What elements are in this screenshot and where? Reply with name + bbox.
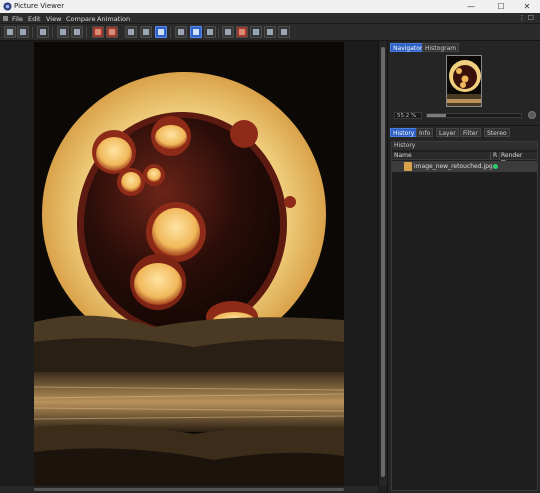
grid-view-icon[interactable] [250,26,262,38]
menu-bar: File Edit View Compare Animation ⋮ ☐ [0,13,540,24]
toolbar-separator [170,27,171,38]
minimize-button[interactable]: — [460,1,482,12]
toolbar [0,24,540,41]
menu-file[interactable]: File [12,15,23,23]
toolbar-separator [52,27,53,38]
tab-navigator[interactable]: Navigator [390,43,426,52]
compare-a-icon[interactable] [57,26,69,38]
scrollbar-thumb[interactable] [381,47,385,477]
column-render-flag[interactable]: R [493,152,497,160]
toolbar-separator [32,27,33,38]
maximize-button[interactable]: ☐ [490,1,512,12]
render-active-icon[interactable] [106,26,118,38]
render-status-dot [493,164,498,169]
zoom-control: 55.2 % [392,111,538,120]
menu-animation[interactable]: Animation [97,15,130,23]
stop-render-icon[interactable] [236,26,248,38]
stereo-view-icon[interactable] [264,26,276,38]
zoom-icon[interactable] [71,26,83,38]
zoom-reset-icon[interactable] [528,111,536,119]
layer-view-icon[interactable] [140,26,152,38]
snapshot-icon[interactable] [125,26,137,38]
panel-divider [390,125,539,126]
app-icon [3,2,12,11]
toolbar-separator [86,27,87,38]
menu-view[interactable]: View [46,15,61,23]
side-panel: Navigator Histogram 55.2 % History Info … [387,41,540,493]
tab-history[interactable]: History [390,128,418,137]
filter-icon[interactable] [222,26,234,38]
panel-layout-icon[interactable]: ⋮ ☐ [518,14,534,22]
history-row-name: image_new_retouched.jpg [414,163,493,170]
toolbar-separator [218,27,219,38]
history-row[interactable]: image_new_retouched.jpg [392,161,537,172]
history-title: History [392,142,537,150]
tab-histogram[interactable]: Histogram [422,43,460,52]
open-file-icon[interactable] [4,26,16,38]
window-menu-icon[interactable] [3,16,8,21]
column-name[interactable]: Name [394,152,412,160]
zoom-slider[interactable] [426,113,522,118]
column-divider[interactable] [499,152,500,160]
scrollbar-thumb[interactable] [34,488,344,491]
navigator-thumbnail[interactable] [446,55,482,107]
rendered-image[interactable] [34,42,344,486]
image-file-icon [404,162,412,171]
split-view-icon[interactable] [204,26,216,38]
tab-info[interactable]: Info [416,128,434,137]
close-button[interactable]: ✕ [516,1,538,12]
tab-layer[interactable]: Layer [436,128,459,137]
fullscreen-icon[interactable] [278,26,290,38]
window-title: Picture Viewer [14,2,65,10]
ab-compare-icon[interactable] [175,26,187,38]
zoom-slider-fill [427,114,446,117]
column-divider[interactable] [490,152,491,160]
viewport-horizontal-scrollbar[interactable] [0,486,378,493]
fit-view-icon[interactable] [37,26,49,38]
menu-edit[interactable]: Edit [28,15,41,23]
zoom-value-field[interactable]: 55.2 % [394,112,422,119]
thumbnail-art [447,56,481,106]
save-file-icon[interactable] [17,26,29,38]
viewport-vertical-scrollbar[interactable] [378,41,387,486]
history-panel: History Name R Render Time image_new_ret… [391,141,538,491]
tab-stereo[interactable]: Stereo [484,128,510,137]
history-column-header: Name R Render Time [392,152,537,167]
render-region-icon[interactable] [92,26,104,38]
window-title-bar: Picture Viewer — ☐ ✕ [0,0,540,13]
menu-compare[interactable]: Compare [66,15,96,23]
rendered-image-art [34,42,344,486]
single-view-icon[interactable] [190,26,202,38]
channel-toggle-icon[interactable] [155,26,167,38]
tab-filter[interactable]: Filter [460,128,481,137]
